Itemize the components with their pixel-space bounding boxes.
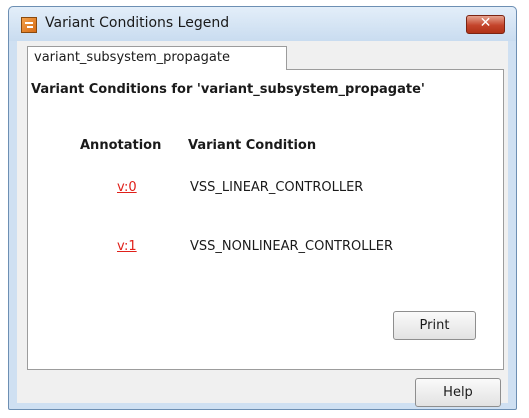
- annotation-link-v0[interactable]: v:0: [117, 180, 137, 195]
- close-icon: ✕: [479, 15, 492, 31]
- panel-heading: Variant Conditions for 'variant_subsyste…: [31, 82, 425, 97]
- legend-window: Variant Conditions Legend ✕ variant_subs…: [8, 6, 517, 410]
- help-button[interactable]: Help: [415, 378, 501, 407]
- tab-variant-subsystem-propagate[interactable]: variant_subsystem_propagate: [27, 46, 287, 70]
- close-button[interactable]: ✕: [466, 15, 505, 34]
- annotation-column-header: Annotation: [80, 138, 162, 153]
- app-icon: [21, 17, 37, 33]
- legend-panel: Variant Conditions for 'variant_subsyste…: [27, 69, 504, 370]
- annotation-link-v1[interactable]: v:1: [117, 239, 137, 254]
- dialog-body: variant_subsystem_propagate Variant Cond…: [17, 41, 508, 407]
- condition-text-v1: VSS_NONLINEAR_CONTROLLER: [190, 239, 393, 254]
- print-button[interactable]: Print: [393, 311, 476, 340]
- title-bar[interactable]: Variant Conditions Legend ✕: [9, 7, 516, 41]
- window-title: Variant Conditions Legend: [45, 15, 230, 31]
- condition-column-header: Variant Condition: [188, 138, 317, 153]
- condition-text-v0: VSS_LINEAR_CONTROLLER: [190, 180, 364, 195]
